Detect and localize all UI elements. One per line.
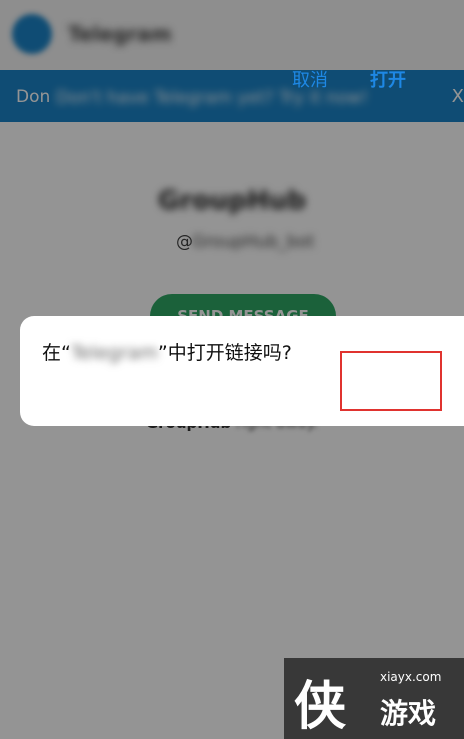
- open-button[interactable]: 打开: [370, 66, 406, 92]
- cancel-button[interactable]: 取消: [292, 66, 328, 92]
- watermark-logo: 侠: [294, 677, 347, 737]
- watermark-url: xiayx.com: [380, 670, 442, 684]
- dialog-message-suffix: ”中打开链接吗?: [157, 342, 292, 364]
- watermark-name: 游戏: [380, 697, 437, 730]
- dialog-app-name: Telegram: [70, 342, 158, 364]
- dialog-message-prefix: 在“: [42, 342, 71, 364]
- dialog-message: 在“Telegram”中打开链接吗?: [42, 338, 292, 365]
- highlight-box: [340, 351, 442, 411]
